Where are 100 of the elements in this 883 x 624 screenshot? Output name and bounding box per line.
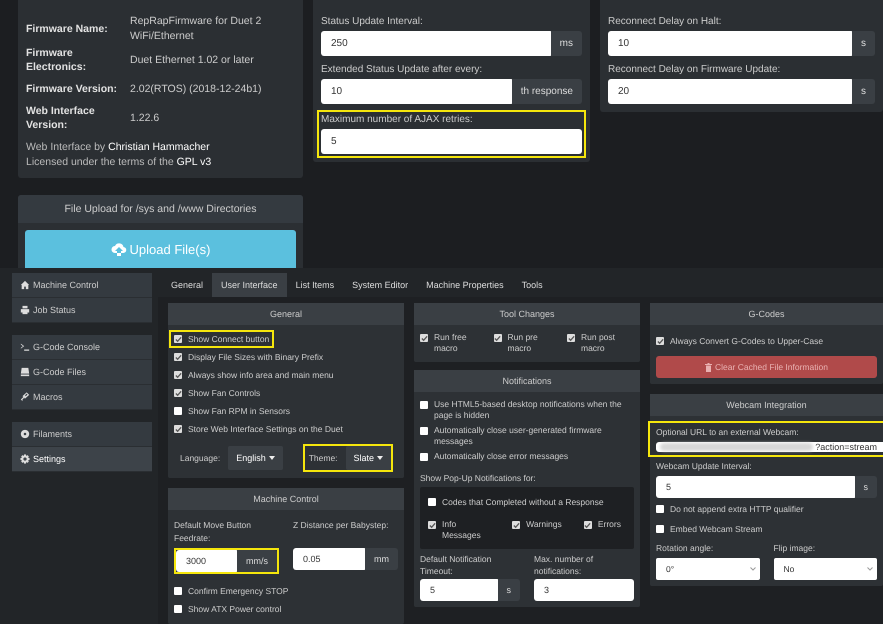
tab[interactable]: Machine Properties: [417, 273, 513, 297]
unit-label: mm: [365, 548, 398, 570]
field-label: Language:: [180, 453, 220, 463]
sidebar-item[interactable]: Settings: [12, 447, 152, 472]
tab[interactable]: User Interface: [212, 273, 287, 297]
panel-title: File Upload for /sys and /www Directories: [18, 195, 303, 223]
tab[interactable]: Tools: [512, 273, 552, 297]
checkbox[interactable]: [174, 389, 182, 397]
option-label: Show ATX Power control: [188, 604, 282, 614]
field-label: Default Move Button Feedrate:: [174, 519, 252, 545]
option-label: Store Web Interface Settings on the Duet: [188, 424, 343, 434]
checkbox[interactable]: [420, 334, 428, 342]
caret-icon: [377, 456, 384, 460]
option-label: Show Fan Controls: [188, 388, 260, 398]
sidebar-item[interactable]: Filaments: [12, 422, 152, 447]
input-field[interactable]: 5: [656, 476, 856, 498]
panel-title: Notifications: [414, 370, 640, 392]
checkbox[interactable]: [428, 521, 436, 529]
field-label: Reconnect Delay on Halt:: [608, 16, 722, 27]
checkbox[interactable]: [174, 353, 182, 361]
input-field[interactable]: 5: [321, 129, 582, 154]
option-label: Automatically close error messages: [434, 451, 568, 462]
trash-icon: [705, 362, 712, 372]
chevron-down-icon: [750, 567, 756, 571]
sidebar-item[interactable]: G-Code Files: [12, 360, 152, 385]
field-label: Maximum number of AJAX retries:: [321, 114, 474, 125]
language-dropdown[interactable]: English: [228, 446, 283, 470]
option-label: Automatically close user-generated firmware messages: [434, 425, 603, 447]
field-label: Status Update Interval:: [321, 16, 424, 27]
checkbox[interactable]: [656, 505, 664, 513]
checkbox[interactable]: [494, 334, 502, 342]
unit-label: mm/s: [237, 550, 277, 572]
option-label: Warnings: [526, 519, 562, 530]
option-label: Errors: [598, 519, 621, 530]
license-text: Licensed under the terms of the GPL v3: [26, 155, 212, 170]
panel-title: Tool Changes: [414, 303, 640, 325]
input-field[interactable]: 0.05: [293, 548, 367, 570]
option-label: Always show info area and main menu: [188, 370, 334, 380]
input-field[interactable]: 5: [420, 579, 500, 601]
panel-title: Machine Control: [168, 488, 404, 510]
info-label: Firmware Name:: [26, 22, 109, 36]
checkbox[interactable]: [174, 371, 182, 379]
input-field[interactable]: 250: [321, 31, 553, 56]
checkbox[interactable]: [420, 453, 428, 461]
option-label: Run free macro: [434, 332, 468, 354]
unit-label: s: [498, 579, 520, 601]
checkbox[interactable]: [512, 521, 520, 529]
field-label: Webcam Update Interval:: [656, 460, 753, 473]
caret-icon: [268, 456, 275, 460]
option-label: Info Messages: [442, 519, 482, 541]
field-label: Extended Status Update after every:: [321, 64, 484, 75]
select-field[interactable]: 0°: [656, 558, 760, 580]
input-field[interactable]: 10: [321, 79, 514, 104]
theme-dropdown[interactable]: Slate: [346, 446, 392, 470]
info-label: Firmware Version:: [26, 82, 118, 96]
checkbox[interactable]: [174, 425, 182, 433]
field-label: Reconnect Delay on Firmware Update:: [608, 64, 782, 75]
input-field[interactable]: 3000: [176, 550, 239, 572]
checkbox[interactable]: [567, 334, 575, 342]
option-label: Run post macro: [581, 332, 616, 354]
checkbox[interactable]: [420, 401, 428, 409]
sidebar-item[interactable]: G-Code Console: [12, 335, 152, 360]
printer-icon: [20, 305, 30, 315]
select-field[interactable]: No: [774, 558, 877, 580]
cloud-upload-icon: [110, 242, 127, 256]
sidebar-item[interactable]: Machine Control: [12, 273, 152, 298]
checkbox[interactable]: [174, 407, 182, 415]
sidebar-item[interactable]: Macros: [12, 385, 152, 410]
option-label: Show Connect button: [188, 334, 270, 344]
option-label: Display File Sizes with Binary Prefix: [188, 352, 324, 362]
url-field[interactable]: ?action=stream: [656, 442, 883, 452]
panel-title: General: [168, 303, 404, 325]
input-field[interactable]: 3: [534, 579, 634, 601]
checkbox[interactable]: [428, 498, 436, 506]
panel-title: Webcam Integration: [650, 394, 883, 416]
input-field[interactable]: 20: [608, 79, 854, 104]
checkbox[interactable]: [174, 605, 182, 613]
tab[interactable]: List Items: [286, 273, 344, 297]
option-label: Show Fan RPM in Sensors: [188, 406, 290, 416]
tab[interactable]: General: [162, 273, 212, 297]
field-label: Flip image:: [774, 542, 816, 555]
terminal-icon: [20, 342, 30, 352]
field-label: Max. number of notifications:: [534, 553, 594, 577]
credit-text: Web Interface by Christian Hammacher: [26, 140, 211, 155]
field-label: Theme:: [308, 453, 338, 463]
tab[interactable]: System Editor: [343, 273, 418, 297]
info-label: Firmware Electronics:: [26, 46, 88, 74]
sidebar-item[interactable]: Job Status: [12, 298, 152, 323]
checkbox[interactable]: [174, 587, 182, 595]
checkbox[interactable]: [656, 525, 664, 533]
option-label: Embed Webcam Stream: [670, 524, 762, 534]
input-field[interactable]: 10: [608, 31, 854, 56]
checkbox[interactable]: [584, 521, 592, 529]
checkbox[interactable]: [174, 335, 182, 343]
option-label: Always Convert G-Codes to Upper-Case: [670, 336, 824, 346]
field-label: Optional URL to an external Webcam:: [656, 426, 800, 439]
chevron-down-icon: [867, 567, 873, 571]
checkbox[interactable]: [420, 427, 428, 435]
checkbox[interactable]: [656, 337, 664, 345]
option-label: Do not append extra HTTP qualifier: [670, 504, 804, 514]
